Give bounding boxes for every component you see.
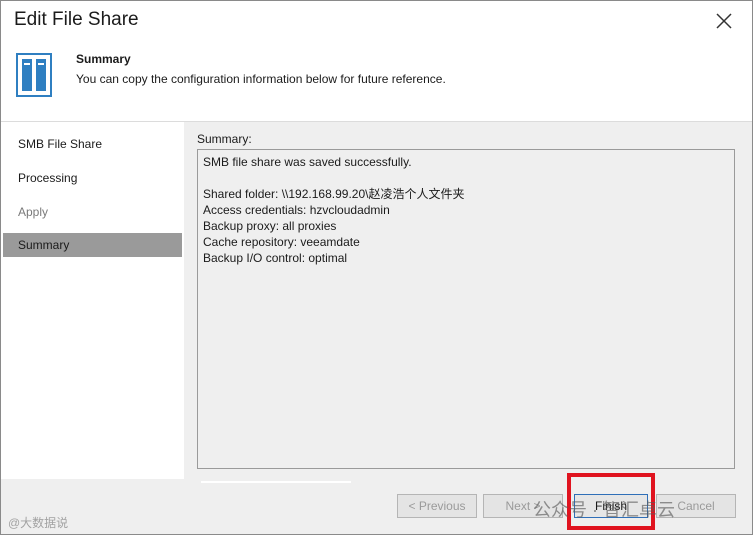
next-button[interactable]: Next > [483,494,563,518]
step-smb-file-share[interactable]: SMB File Share [3,132,182,156]
close-button[interactable] [712,9,736,33]
file-share-icon [16,53,52,97]
step-apply: Apply [18,205,49,219]
close-icon [716,13,732,29]
step-processing[interactable]: Processing [3,166,182,190]
wizard-footer: < Previous Next > Finish Cancel [1,479,752,534]
finish-button[interactable]: Finish [574,494,648,518]
summary-line: Shared folder: \\192.168.99.20\赵凌浩个人文件夹 [203,187,465,201]
cancel-button[interactable]: Cancel [656,494,736,518]
dialog-title: Edit File Share [14,9,139,30]
footer-divider [201,481,351,483]
wizard-steps: SMB File Share Processing Apply Summary [3,122,182,479]
previous-button[interactable]: < Previous [397,494,477,518]
summary-line: Backup proxy: all proxies [203,219,337,233]
summary-line: SMB file share was saved successfully. [203,155,412,169]
summary-line: Backup I/O control: optimal [203,251,348,265]
summary-line: Access credentials: hzvcloudadmin [203,203,390,217]
edit-file-share-dialog: Edit File Share Summary You can copy the… [0,0,753,535]
header-title: Summary [76,52,131,66]
summary-line [203,170,729,186]
summary-label: Summary: [197,132,252,146]
step-summary[interactable]: Summary [3,233,182,257]
summary-line: Cache repository: veeamdate [203,235,360,249]
summary-textbox[interactable]: SMB file share was saved successfully. S… [197,149,735,469]
wizard-header: Summary You can copy the configuration i… [1,41,752,121]
summary-panel: Summary: SMB file share was saved succes… [184,122,752,479]
header-subtitle: You can copy the configuration informati… [76,72,446,86]
